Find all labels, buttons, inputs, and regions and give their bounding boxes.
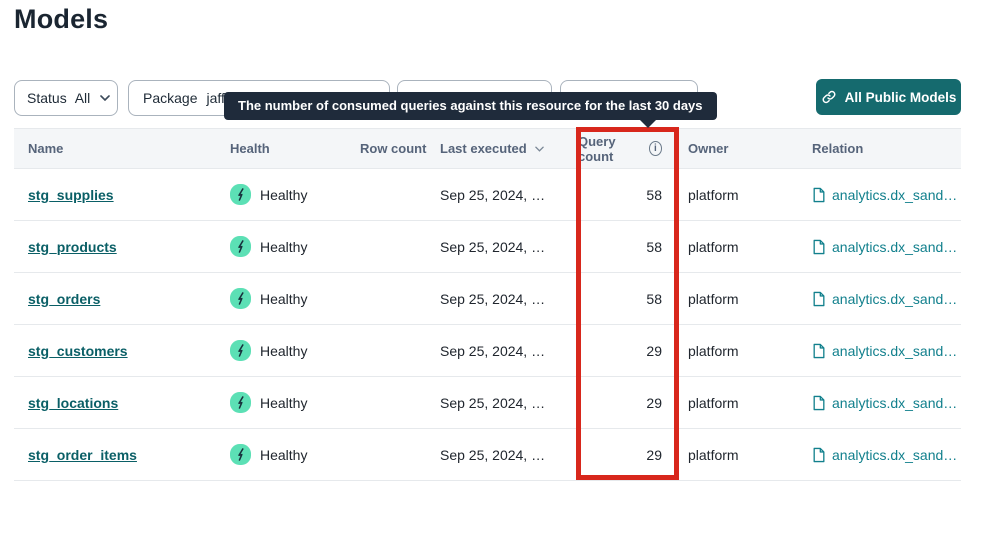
query-count-label: Query count bbox=[578, 134, 644, 164]
table-row: stg_customers Healthy Sep 25, 2024, … 29… bbox=[14, 325, 961, 377]
health-label: Healthy bbox=[260, 239, 307, 255]
package-filter-label: Package bbox=[143, 90, 197, 106]
last-executed-cell: Sep 25, 2024, … bbox=[440, 343, 578, 359]
health-label: Healthy bbox=[260, 343, 307, 359]
document-icon bbox=[812, 395, 826, 411]
relation-link[interactable]: analytics.dx_sand… bbox=[832, 239, 957, 255]
col-header-relation: Relation bbox=[805, 141, 961, 156]
last-executed-cell: Sep 25, 2024, … bbox=[440, 291, 578, 307]
status-filter-dropdown[interactable]: Status All bbox=[14, 80, 118, 116]
table-row: stg_order_items Healthy Sep 25, 2024, … … bbox=[14, 429, 961, 481]
health-healthy-icon bbox=[230, 288, 251, 309]
last-executed-cell: Sep 25, 2024, … bbox=[440, 395, 578, 411]
chevron-down-icon bbox=[100, 95, 110, 101]
table-header-row: Name Health Row count Last executed Quer… bbox=[14, 129, 961, 169]
relation-link[interactable]: analytics.dx_sand… bbox=[832, 343, 957, 359]
document-icon bbox=[812, 239, 826, 255]
document-icon bbox=[812, 343, 826, 359]
table-row: stg_supplies Healthy Sep 25, 2024, … 58 … bbox=[14, 169, 961, 221]
query-count-cell: 29 bbox=[578, 343, 678, 359]
models-table: Name Health Row count Last executed Quer… bbox=[14, 128, 961, 481]
health-label: Healthy bbox=[260, 395, 307, 411]
all-public-models-label: All Public Models bbox=[845, 90, 957, 105]
owner-cell: platform bbox=[678, 187, 805, 203]
owner-cell: platform bbox=[678, 447, 805, 463]
models-page: Models Status All Package jaffle_ All Pu… bbox=[0, 0, 989, 536]
document-icon bbox=[812, 187, 826, 203]
query-count-cell: 58 bbox=[578, 291, 678, 307]
status-filter-value: All bbox=[75, 90, 91, 106]
relation-link[interactable]: analytics.dx_sand… bbox=[832, 447, 957, 463]
last-executed-cell: Sep 25, 2024, … bbox=[440, 187, 578, 203]
health-healthy-icon bbox=[230, 444, 251, 465]
tooltip-arrow bbox=[640, 120, 656, 128]
col-header-last-executed[interactable]: Last executed bbox=[440, 141, 578, 156]
health-healthy-icon bbox=[230, 184, 251, 205]
owner-cell: platform bbox=[678, 239, 805, 255]
health-label: Healthy bbox=[260, 447, 307, 463]
health-healthy-icon bbox=[230, 392, 251, 413]
health-label: Healthy bbox=[260, 291, 307, 307]
table-row: stg_products Healthy Sep 25, 2024, … 58 … bbox=[14, 221, 961, 273]
link-icon bbox=[821, 89, 837, 105]
health-healthy-icon bbox=[230, 236, 251, 257]
query-count-cell: 58 bbox=[578, 187, 678, 203]
owner-cell: platform bbox=[678, 395, 805, 411]
health-label: Healthy bbox=[260, 187, 307, 203]
table-row: stg_orders Healthy Sep 25, 2024, … 58 pl… bbox=[14, 273, 961, 325]
relation-link[interactable]: analytics.dx_sand… bbox=[832, 187, 957, 203]
model-name-link[interactable]: stg_orders bbox=[28, 291, 100, 307]
query-count-cell: 58 bbox=[578, 239, 678, 255]
last-executed-cell: Sep 25, 2024, … bbox=[440, 239, 578, 255]
document-icon bbox=[812, 447, 826, 463]
model-name-link[interactable]: stg_customers bbox=[28, 343, 128, 359]
document-icon bbox=[812, 291, 826, 307]
info-icon[interactable]: i bbox=[649, 141, 662, 156]
col-header-name: Name bbox=[14, 141, 230, 156]
health-healthy-icon bbox=[230, 340, 251, 361]
tooltip-text: The number of consumed queries against t… bbox=[238, 98, 703, 113]
sort-chevron-icon[interactable] bbox=[535, 146, 544, 152]
query-count-cell: 29 bbox=[578, 395, 678, 411]
col-header-health: Health bbox=[230, 141, 360, 156]
col-header-row-count: Row count bbox=[360, 141, 440, 156]
table-row: stg_locations Healthy Sep 25, 2024, … 29… bbox=[14, 377, 961, 429]
all-public-models-button[interactable]: All Public Models bbox=[816, 79, 961, 115]
last-executed-cell: Sep 25, 2024, … bbox=[440, 447, 578, 463]
model-name-link[interactable]: stg_products bbox=[28, 239, 117, 255]
page-title: Models bbox=[14, 4, 108, 35]
status-filter-label: Status bbox=[27, 90, 67, 106]
owner-cell: platform bbox=[678, 343, 805, 359]
relation-link[interactable]: analytics.dx_sand… bbox=[832, 395, 957, 411]
relation-link[interactable]: analytics.dx_sand… bbox=[832, 291, 957, 307]
col-header-query-count: Query count i bbox=[578, 134, 678, 164]
query-count-cell: 29 bbox=[578, 447, 678, 463]
model-name-link[interactable]: stg_order_items bbox=[28, 447, 137, 463]
model-name-link[interactable]: stg_supplies bbox=[28, 187, 114, 203]
query-count-tooltip: The number of consumed queries against t… bbox=[224, 92, 717, 120]
model-name-link[interactable]: stg_locations bbox=[28, 395, 118, 411]
col-header-owner: Owner bbox=[678, 141, 805, 156]
owner-cell: platform bbox=[678, 291, 805, 307]
last-executed-label: Last executed bbox=[440, 141, 527, 156]
